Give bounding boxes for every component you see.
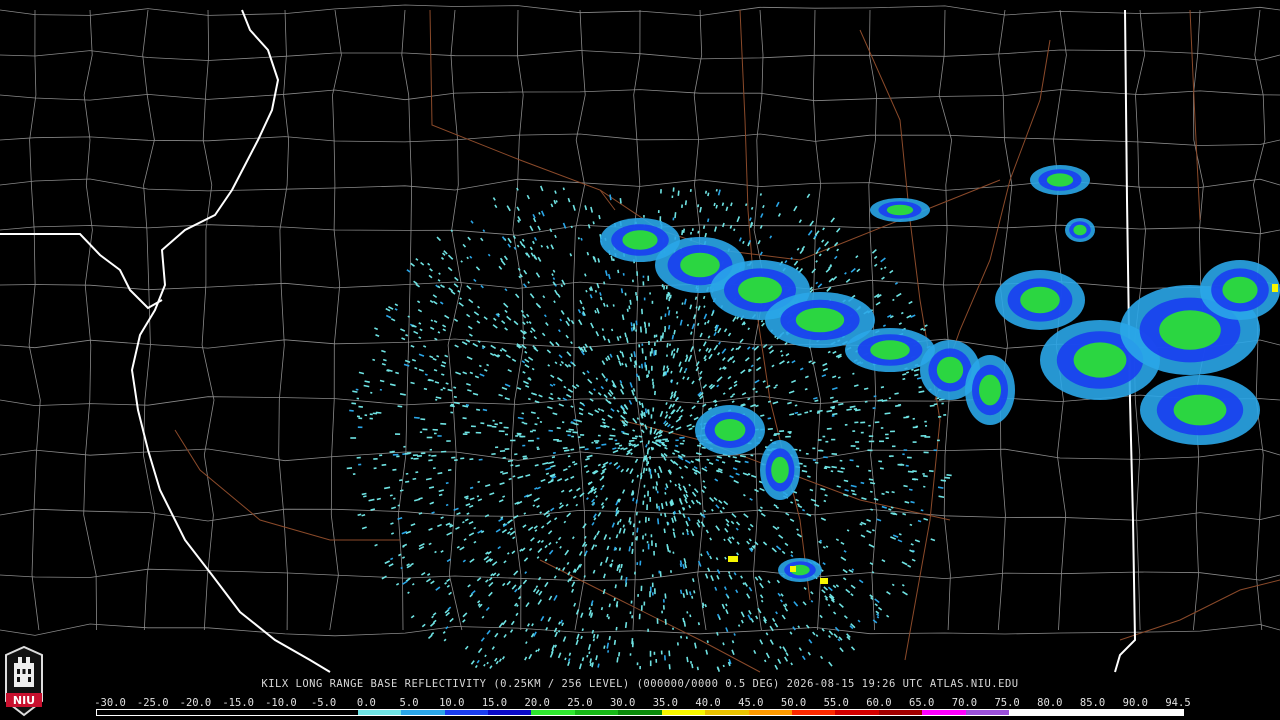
product-caption: KILX LONG RANGE BASE REFLECTIVITY (0.25K… (261, 678, 1019, 690)
scale-label: 45.0 (738, 697, 764, 709)
state-borders (0, 9, 1137, 673)
colorbar-segment (965, 710, 1010, 715)
scale-label: 50.0 (780, 697, 807, 709)
radar-map (0, 4, 1280, 673)
scale-label: 90.0 (1122, 697, 1148, 709)
scale-label: 65.0 (909, 697, 935, 709)
colorbar-segment (183, 710, 228, 715)
scale-label: -30.0 (94, 697, 126, 709)
colorbar-segment (661, 710, 706, 715)
scale-label: 75.0 (994, 697, 1020, 709)
colorbar-segment (705, 710, 749, 715)
colorbar-segment (574, 710, 619, 715)
colorbar-segment (140, 710, 184, 715)
logo-text: NIU (13, 694, 35, 707)
scale-label: -20.0 (179, 697, 212, 709)
scale-label: 5.0 (399, 697, 419, 709)
colorbar-segment (531, 710, 575, 715)
colorbar-segment (314, 710, 358, 715)
reflectivity-echoes (346, 165, 1280, 672)
colorbar-segment (1052, 710, 1097, 715)
colorbar-segment (1096, 710, 1140, 715)
scale-label: 15.0 (481, 697, 508, 709)
scale-label: 40.0 (695, 697, 721, 709)
colorbar-segment (748, 710, 792, 715)
colorbar-segment (835, 710, 879, 715)
dbz-colorbar (96, 709, 1184, 716)
scale-label: -10.0 (265, 697, 297, 709)
colorbar-segment (878, 710, 923, 715)
scale-label: 30.0 (609, 697, 636, 709)
colorbar-segment (227, 710, 271, 715)
scale-label: -25.0 (136, 697, 169, 709)
colorbar-segment (922, 710, 966, 715)
scale-label: 80.0 (1037, 697, 1063, 709)
scale-label: 35.0 (652, 697, 679, 709)
colorbar-segment (444, 710, 488, 715)
colorbar-segment (1009, 710, 1053, 715)
colorbar-segment (401, 710, 445, 715)
colorbar-segment (792, 710, 836, 715)
scale-label: 10.0 (439, 697, 465, 709)
colorbar-segment (270, 710, 315, 715)
colorbar-segment (618, 710, 662, 715)
colorbar-segment (487, 710, 532, 715)
scale-label: 70.0 (951, 697, 978, 709)
scale-label: -15.0 (222, 697, 254, 709)
dbz-scale-labels: -30.0 -25.0 -20.0 -15.0 -10.0 -5.0 0.0 5.0 10.0 1… (0, 697, 1280, 709)
scale-label: 0.0 (356, 697, 376, 709)
colorbar-segment (357, 710, 402, 715)
scale-label: 60.0 (866, 697, 892, 709)
scale-label: 20.0 (524, 697, 550, 709)
colorbar-segment (97, 710, 141, 715)
scale-label: -5.0 (310, 697, 337, 709)
scale-label: 25.0 (567, 697, 593, 709)
scale-label: 55.0 (823, 697, 849, 709)
county-boundaries (0, 4, 1280, 637)
niu-logo: NIU (5, 645, 43, 717)
colorbar-segment (1139, 710, 1183, 715)
scale-label: 85.0 (1079, 697, 1106, 709)
scale-label: 94.5 (1165, 697, 1191, 709)
